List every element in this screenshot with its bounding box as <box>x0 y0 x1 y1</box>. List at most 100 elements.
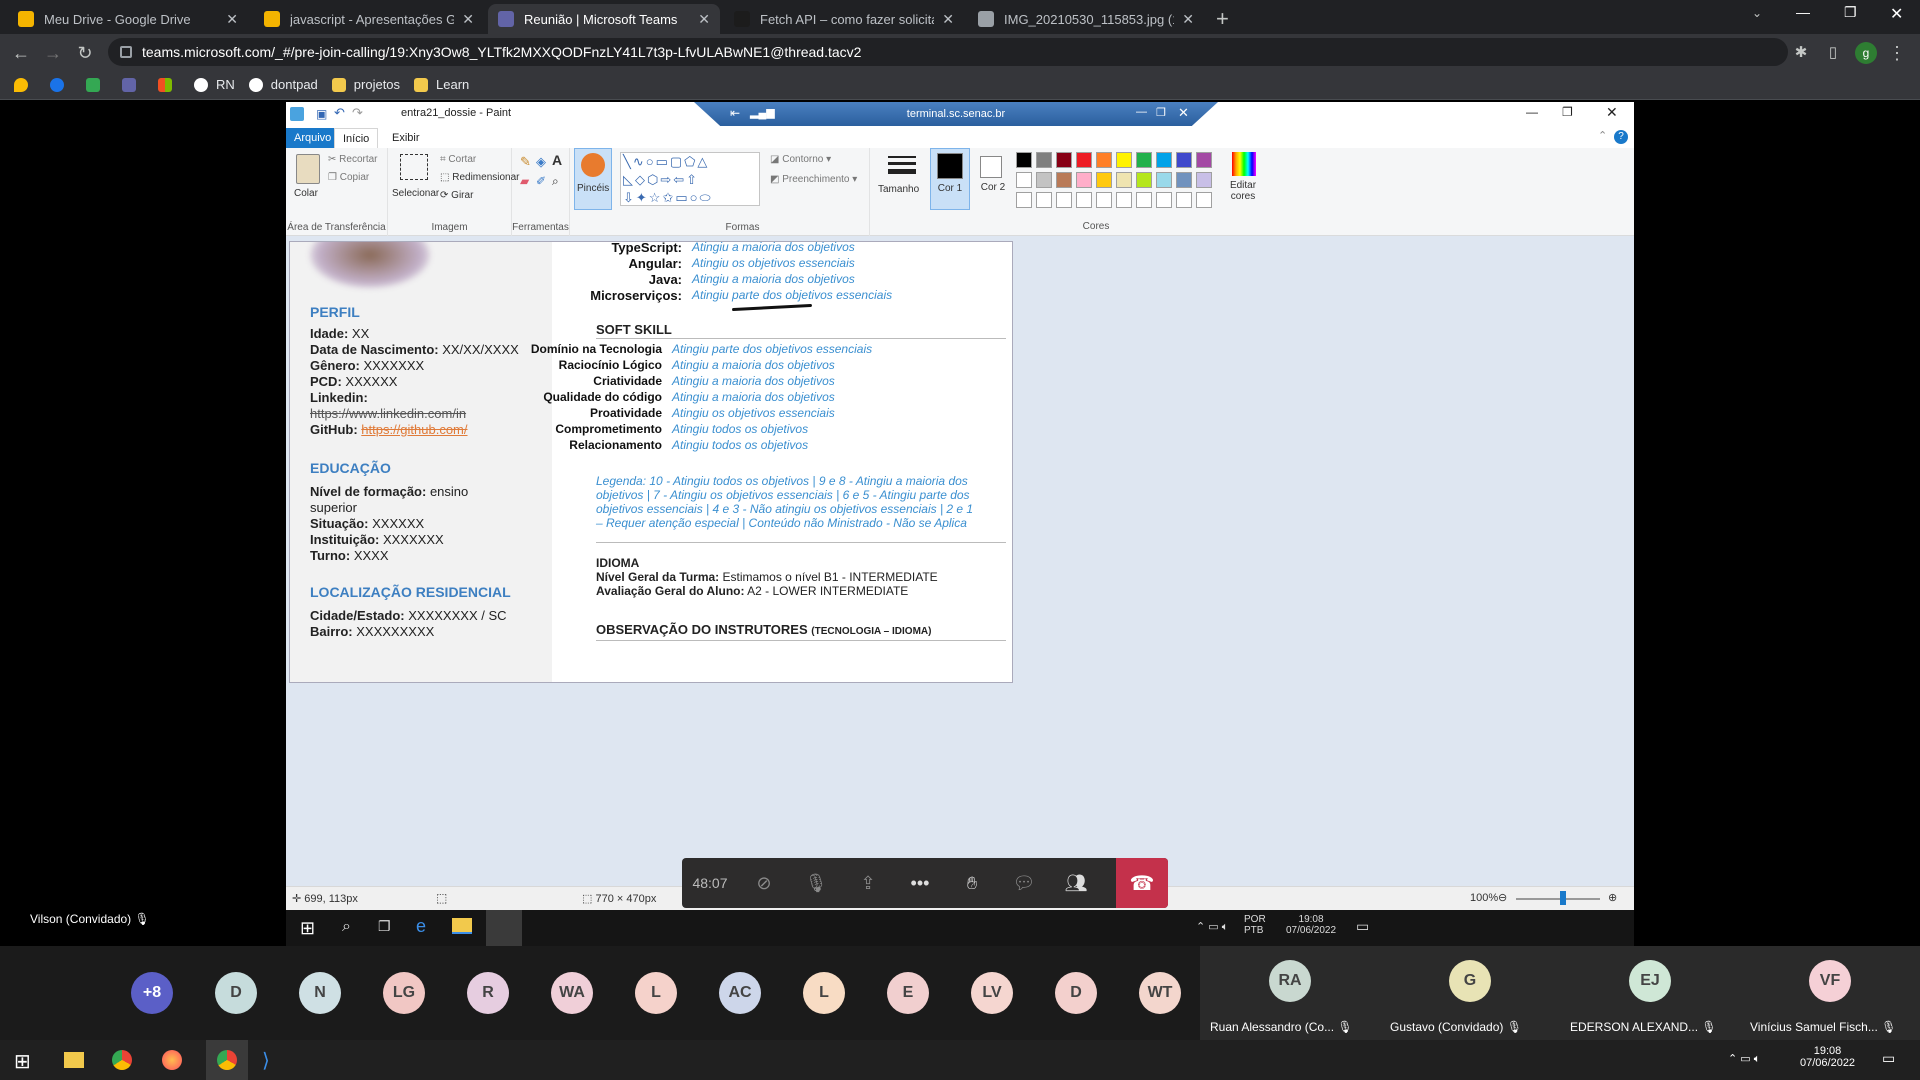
outline-button[interactable]: ◪ Contorno ▾ <box>770 154 831 165</box>
crop-button[interactable]: ⌗ Cortar <box>440 154 476 165</box>
microsoft-bookmark-icon[interactable] <box>158 77 180 92</box>
empty-swatch[interactable] <box>1176 192 1192 208</box>
chrome-icon[interactable] <box>112 1050 132 1070</box>
resize-button[interactable]: ⬚ Redimensionar <box>440 172 520 183</box>
tab-arquivo[interactable]: Arquivo <box>286 128 340 148</box>
zoom-in-icon[interactable]: ⊕ <box>1608 891 1617 904</box>
empty-swatch[interactable] <box>1036 192 1052 208</box>
browser-tab[interactable]: Fetch API – como fazer solicitaçõ ✕ <box>724 4 964 34</box>
chat-icon[interactable]: 💬︎ <box>998 858 1050 908</box>
maps-bookmark-icon[interactable] <box>14 77 36 92</box>
raise-hand-icon[interactable]: ✋︎ <box>946 858 998 908</box>
participant-avatar[interactable]: N <box>299 972 341 1014</box>
rdp-close-button[interactable]: ✕ <box>1178 105 1189 121</box>
color-swatch[interactable] <box>1036 152 1052 168</box>
color-swatch[interactable] <box>1016 172 1032 188</box>
color-picker-icon[interactable]: ✐ <box>536 174 546 188</box>
address-bar[interactable]: teams.microsoft.com/_#/pre-join-calling/… <box>108 38 1788 66</box>
shapes-gallery[interactable]: ╲∿○▭▢⬠△ ◺◇⬡⇨⇦⇧ ⇩✦☆✩▭○⬭ <box>620 152 760 206</box>
vscode-icon[interactable]: ⟩ <box>262 1048 270 1073</box>
task-view-icon[interactable]: ❐ <box>378 918 391 935</box>
file-explorer-icon[interactable] <box>64 1052 84 1068</box>
tab-exibir[interactable]: Exibir <box>384 128 428 148</box>
paint-minimize-button[interactable]: — <box>1526 105 1538 119</box>
color-swatch[interactable] <box>1056 152 1072 168</box>
bookmark-projetos[interactable]: projetos <box>331 77 400 92</box>
participant-tile[interactable]: VF Vinícius Samuel Fisch... 🎙︎ <box>1740 946 1920 1040</box>
select-icon[interactable] <box>400 154 428 180</box>
text-icon[interactable]: A <box>552 152 562 168</box>
dossie-image[interactable]: PERFIL Idade: XX Data de Nascimento: XX/… <box>290 242 1012 682</box>
empty-swatch[interactable] <box>1136 192 1152 208</box>
color-swatch[interactable] <box>1116 172 1132 188</box>
browser-tab[interactable]: Meu Drive - Google Drive ✕ <box>8 4 248 34</box>
back-icon[interactable]: ← <box>10 42 32 64</box>
help-icon[interactable]: ? <box>1614 130 1628 144</box>
color-swatch[interactable] <box>1156 152 1172 168</box>
participant-avatar[interactable]: L <box>635 972 677 1014</box>
empty-swatch[interactable] <box>1056 192 1072 208</box>
participant-tile[interactable]: G Gustavo (Convidado) 🎙︎ <box>1380 946 1560 1040</box>
color-swatch[interactable] <box>1176 152 1192 168</box>
color-swatch[interactable] <box>1076 152 1092 168</box>
color-swatch[interactable] <box>1036 172 1052 188</box>
participants-icon[interactable]: 👥︎ <box>1050 858 1102 908</box>
menu-kebab-icon[interactable]: ⋮ <box>1886 42 1908 64</box>
magnifier-icon[interactable]: ⌕ <box>552 174 559 189</box>
close-window-button[interactable]: ✕ <box>1890 4 1903 24</box>
quick-save-icon[interactable]: ▣ <box>316 107 327 121</box>
bookmark-learn[interactable]: Learn <box>414 77 469 92</box>
close-tab-icon[interactable]: ✕ <box>462 11 474 28</box>
participant-avatar[interactable]: +8 <box>131 972 173 1014</box>
browser-tab[interactable]: javascript - Apresentações Googl ✕ <box>254 4 484 34</box>
explorer-icon[interactable] <box>452 918 472 934</box>
color-swatch[interactable] <box>1016 152 1032 168</box>
color-swatch[interactable] <box>1156 172 1172 188</box>
drive-bookmark-icon[interactable] <box>86 77 108 92</box>
rdp-restore-button[interactable]: ❐ <box>1156 106 1166 119</box>
participant-avatar[interactable]: R <box>467 972 509 1014</box>
redo-icon[interactable]: ↷ <box>352 105 363 121</box>
edge-bookmark-icon[interactable] <box>50 77 72 92</box>
fill-button[interactable]: ◩ Preenchimento ▾ <box>770 174 857 185</box>
chrome-canary-active[interactable] <box>206 1040 248 1080</box>
paint-close-button[interactable]: ✕ <box>1606 104 1618 121</box>
search-icon[interactable]: ⌕ <box>342 918 351 936</box>
tab-search-icon[interactable]: ⌄ <box>1752 6 1762 20</box>
paint-taskbar-icon[interactable] <box>486 910 522 946</box>
teams-bookmark-icon[interactable] <box>122 77 144 92</box>
zoom-out-icon[interactable]: ⊖ <box>1498 891 1507 904</box>
collapse-ribbon-icon[interactable]: ⌃ <box>1598 129 1607 142</box>
rdp-minimize-button[interactable]: — <box>1136 106 1147 118</box>
paste-icon[interactable] <box>296 154 320 184</box>
paint-maximize-button[interactable]: ❐ <box>1562 105 1573 119</box>
bookmark-rn[interactable]: RN <box>194 77 235 92</box>
color-swatch[interactable] <box>1136 172 1152 188</box>
color-swatch[interactable] <box>1096 152 1112 168</box>
ie-icon[interactable]: e <box>416 916 426 937</box>
select-button[interactable]: Selecionar <box>392 188 439 199</box>
participant-avatar[interactable]: D <box>1055 972 1097 1014</box>
color-swatch[interactable] <box>1176 172 1192 188</box>
participant-avatar[interactable]: LG <box>383 972 425 1014</box>
empty-swatch[interactable] <box>1196 192 1212 208</box>
participant-avatar[interactable]: LV <box>971 972 1013 1014</box>
tab-inicio[interactable]: Início <box>334 128 379 148</box>
color2-button[interactable]: Cor 2 <box>974 148 1012 210</box>
windows-start-icon[interactable]: ⊞ <box>14 1049 31 1074</box>
copy-button[interactable]: ❐ Copiar <box>328 172 369 183</box>
color-swatch[interactable] <box>1056 172 1072 188</box>
color-swatch[interactable] <box>1196 152 1212 168</box>
participant-tile[interactable]: RA Ruan Alessandro (Co... 🎙︎ <box>1200 946 1380 1040</box>
cut-button[interactable]: ✂ Recortar <box>328 154 378 165</box>
side-panel-icon[interactable]: ▯ <box>1822 42 1844 64</box>
empty-swatch[interactable] <box>1116 192 1132 208</box>
firefox-icon[interactable] <box>162 1050 182 1070</box>
fill-icon[interactable]: ◈ <box>536 154 546 170</box>
bookmark-dontpad[interactable]: dontpad <box>248 77 318 92</box>
color-swatch[interactable] <box>1136 152 1152 168</box>
mic-off-icon[interactable]: 🎙︎ <box>790 858 842 908</box>
color-swatch[interactable] <box>1116 152 1132 168</box>
reload-icon[interactable]: ↻ <box>74 42 96 64</box>
participant-avatar[interactable]: L <box>803 972 845 1014</box>
